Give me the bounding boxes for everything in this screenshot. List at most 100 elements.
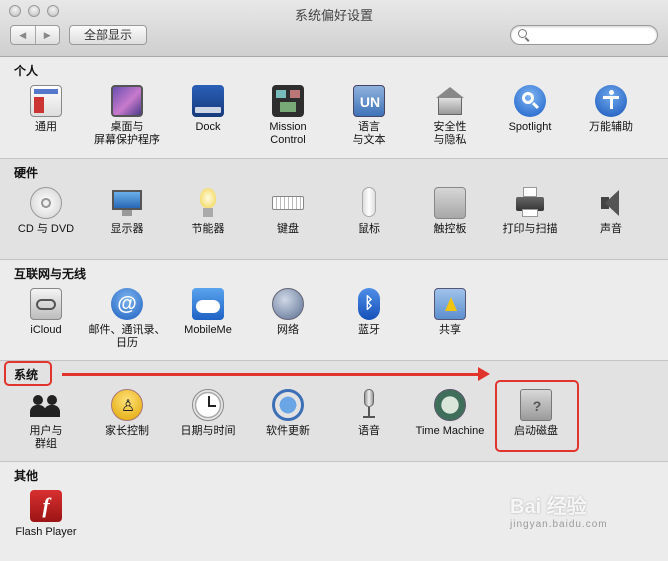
update-icon [272, 389, 304, 421]
pref-mission-control[interactable]: Mission Control [248, 85, 328, 147]
keyboard-icon [272, 187, 304, 219]
pref-label: 显示器 [110, 223, 144, 235]
pref-label: 网络 [277, 324, 299, 336]
pref-mail[interactable]: @ 邮件、通讯录、 日历 [87, 288, 167, 350]
show-all-button[interactable]: 全部显示 [69, 25, 147, 45]
pref-time-machine[interactable]: Time Machine [410, 389, 490, 438]
pref-print-scan[interactable]: 打印与扫描 [490, 187, 570, 236]
pref-label: 节能器 [191, 223, 225, 235]
mail-icon: @ [111, 288, 143, 320]
display-icon [111, 187, 143, 219]
parental-icon: ♙ [111, 389, 143, 421]
pref-label: iCloud [30, 324, 62, 336]
forward-button[interactable]: ▶ [36, 26, 60, 44]
language-icon: UN [353, 85, 385, 117]
mobileme-icon [192, 288, 224, 320]
section-title-personal: 个人 [14, 64, 39, 78]
pref-security[interactable]: 安全性 与隐私 [410, 85, 490, 147]
section-personal: 个人 通用 桌面与 屏幕保护程序 Dock Mission Control UN… [0, 57, 668, 158]
datetime-icon [192, 389, 224, 421]
speech-icon [353, 389, 385, 421]
dock-icon [192, 85, 224, 117]
network-icon [272, 288, 304, 320]
users-icon [30, 389, 62, 421]
pref-language[interactable]: UN 语言 与文本 [329, 85, 409, 147]
pref-mobileme[interactable]: MobileMe [168, 288, 248, 337]
search-icon [518, 29, 527, 38]
pref-cd-dvd[interactable]: CD 与 DVD [6, 187, 86, 236]
section-hardware: 硬件 CD 与 DVD 显示器 节能器 键盘 鼠标 触控板 打印与扫描 声音 [0, 159, 668, 259]
window-title: 系统偏好设置 [294, 8, 373, 23]
flash-icon: f [30, 490, 62, 522]
bluetooth-icon: ᛒ [358, 288, 380, 320]
pref-label: 安全性 与隐私 [433, 121, 467, 146]
pref-label: 声音 [600, 223, 622, 235]
desktop-icon [111, 85, 143, 117]
pref-speech[interactable]: 语音 [329, 389, 409, 438]
pref-label: Dock [195, 121, 221, 133]
trackpad-icon [434, 187, 466, 219]
pref-label: Spotlight [508, 121, 552, 133]
pref-trackpad[interactable]: 触控板 [410, 187, 490, 236]
search-input[interactable] [531, 27, 655, 45]
section-title-internet: 互联网与无线 [14, 267, 87, 281]
spotlight-icon [514, 85, 546, 117]
energy-icon [192, 187, 224, 219]
pref-sharing[interactable]: 共享 [410, 288, 490, 337]
pref-energy[interactable]: 节能器 [168, 187, 248, 236]
pref-label: 日期与时间 [180, 425, 236, 437]
pref-software-update[interactable]: 软件更新 [248, 389, 328, 438]
pref-spotlight[interactable]: Spotlight [490, 85, 570, 134]
mission-control-icon [272, 85, 304, 117]
pref-parental[interactable]: ♙ 家长控制 [87, 389, 167, 438]
cd-icon [30, 187, 62, 219]
highlight-box-system [4, 361, 52, 386]
pref-desktop[interactable]: 桌面与 屏幕保护程序 [87, 85, 167, 147]
pref-label: 万能辅助 [589, 121, 633, 133]
pref-general[interactable]: 通用 [6, 85, 86, 134]
pref-label: 桌面与 屏幕保护程序 [94, 121, 160, 146]
pref-datetime[interactable]: 日期与时间 [168, 389, 248, 438]
back-button[interactable]: ◀ [11, 26, 36, 44]
pref-label: Flash Player [15, 526, 77, 538]
pref-accessibility[interactable]: 万能辅助 [571, 85, 651, 134]
pref-label: 家长控制 [105, 425, 149, 437]
sound-icon [595, 187, 627, 219]
pref-display[interactable]: 显示器 [87, 187, 167, 236]
highlight-box-startup-disk [495, 380, 579, 452]
pref-label: 语言 与文本 [352, 121, 386, 146]
pref-label: 鼠标 [358, 223, 380, 235]
pref-flash-player[interactable]: f Flash Player [6, 490, 86, 539]
watermark-text: Bai 经验 [510, 496, 587, 518]
pref-keyboard[interactable]: 键盘 [248, 187, 328, 236]
system-preferences-window: 系统偏好设置 ◀ ▶ 全部显示 个人 通用 桌面与 屏幕保护程序 Dock Mi… [0, 0, 668, 561]
pref-label: 语音 [358, 425, 380, 437]
pref-users[interactable]: 用户与 群组 [6, 389, 86, 451]
accessibility-icon [595, 85, 627, 117]
pref-dock[interactable]: Dock [168, 85, 248, 134]
pref-label: MobileMe [184, 324, 232, 336]
pref-sound[interactable]: 声音 [571, 187, 651, 236]
pref-label: CD 与 DVD [17, 223, 75, 235]
titlebar: 系统偏好设置 ◀ ▶ 全部显示 [0, 0, 668, 57]
pref-label: 打印与扫描 [502, 223, 558, 235]
pref-label: 通用 [35, 121, 57, 133]
highlight-arrow [62, 367, 490, 381]
pref-label: 共享 [439, 324, 461, 336]
icloud-icon [30, 288, 62, 320]
pref-icloud[interactable]: iCloud [6, 288, 86, 337]
pref-label: 用户与 群组 [29, 425, 63, 450]
pref-bluetooth[interactable]: ᛒ 蓝牙 [329, 288, 409, 337]
general-icon [30, 85, 62, 117]
timemachine-icon [434, 389, 466, 421]
mouse-icon [353, 187, 385, 219]
search-field[interactable] [510, 25, 658, 45]
navigation-segment: ◀ ▶ [10, 25, 60, 45]
pref-label: 蓝牙 [358, 324, 380, 336]
pref-label: 邮件、通讯录、 日历 [88, 324, 166, 349]
watermark-url: jingyan.baidu.com [510, 519, 608, 530]
pref-label: Mission Control [269, 121, 307, 146]
pref-mouse[interactable]: 鼠标 [329, 187, 409, 236]
pref-label: 键盘 [277, 223, 299, 235]
pref-network[interactable]: 网络 [248, 288, 328, 337]
